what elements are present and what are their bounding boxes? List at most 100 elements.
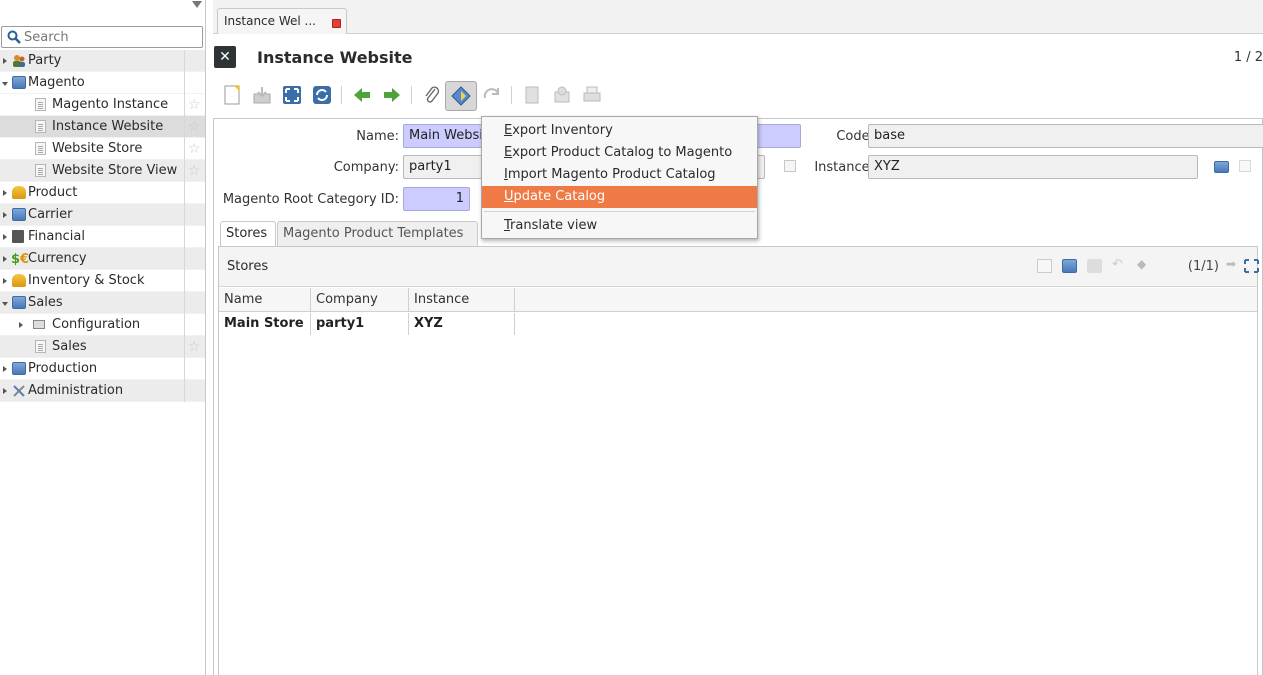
sidebar-item-party[interactable]: Party — [0, 50, 205, 72]
stores-header: Stores ↶ ◆ (1/1) ➡ — [219, 247, 1259, 287]
sidebar-item-label: Administration — [28, 383, 124, 398]
main-area: Instance Wel ... ✕ Instance Website 1 / … — [207, 0, 1263, 675]
tab-stores[interactable]: Stores — [220, 221, 276, 247]
column-header-company[interactable]: Company — [311, 288, 409, 312]
undo-icon[interactable]: ↶ — [1112, 257, 1127, 272]
stores-title: Stores — [227, 259, 269, 274]
page-title: Instance Website — [257, 48, 413, 67]
instance-label: Instance: — [814, 160, 874, 175]
sidebar-item-label: Party — [28, 53, 62, 68]
sidebar-item-administration[interactable]: Administration — [0, 380, 205, 402]
search-box[interactable] — [1, 26, 203, 48]
tab-label: Instance Wel ... — [224, 14, 316, 28]
relate-icon[interactable] — [481, 84, 503, 106]
star-icon[interactable]: ☆ — [188, 336, 201, 358]
new-record-icon[interactable] — [1037, 259, 1052, 273]
sidebar-item-label: Financial — [28, 229, 85, 244]
search-input[interactable] — [24, 29, 200, 45]
open-folder-icon[interactable] — [1062, 259, 1077, 273]
sidebar-item-magento-instance[interactable]: Magento Instance ☆ — [0, 94, 205, 116]
star-icon[interactable]: ☆ — [188, 116, 201, 138]
collapse-arrow-icon[interactable] — [192, 1, 202, 8]
instance-field[interactable]: XYZ — [868, 155, 1198, 179]
column-header-name[interactable]: Name — [219, 288, 311, 312]
action-button[interactable] — [445, 81, 477, 111]
star-icon[interactable]: ☆ — [188, 94, 201, 116]
sidebar-item-label: Magento — [28, 75, 85, 90]
switch-view-icon[interactable] — [1244, 259, 1259, 273]
open-folder-icon[interactable] — [1214, 161, 1229, 173]
close-icon[interactable] — [332, 19, 341, 28]
cell-name[interactable]: Main Store — [219, 313, 311, 335]
report-icon[interactable] — [521, 84, 543, 106]
expand-icon[interactable] — [3, 256, 7, 262]
collapse-icon[interactable] — [2, 302, 8, 306]
sidebar-item-configuration[interactable]: Configuration — [0, 314, 205, 336]
next-icon[interactable] — [381, 84, 403, 106]
star-icon[interactable]: ☆ — [188, 138, 201, 160]
tools-icon: ✕ — [214, 46, 236, 68]
sidebar-item-sales-list[interactable]: Sales ☆ — [0, 336, 205, 358]
sidebar-item-inventory-stock[interactable]: Inventory & Stock — [0, 270, 205, 292]
root-category-field[interactable]: 1 — [403, 187, 470, 211]
page-indicator: (1/1) — [1187, 259, 1219, 274]
folder-icon — [12, 76, 26, 89]
sidebar-item-website-store-view[interactable]: Website Store View ☆ — [0, 160, 205, 182]
save-icon[interactable] — [251, 84, 273, 106]
expand-icon[interactable] — [3, 388, 7, 394]
sidebar-item-production[interactable]: Production — [0, 358, 205, 380]
sidebar-item-carrier[interactable]: Carrier — [0, 204, 205, 226]
switch-view-icon[interactable] — [281, 84, 303, 106]
menu-item-export-catalog[interactable]: Export Product Catalog to Magento — [482, 142, 757, 164]
menu-tree: Party Magento Magento Instance ☆ Instanc… — [0, 50, 205, 402]
previous-icon[interactable] — [351, 84, 373, 106]
instance-checkbox[interactable] — [1239, 160, 1251, 172]
cell-instance[interactable]: XYZ — [409, 313, 515, 335]
column-header-instance[interactable]: Instance — [409, 288, 515, 312]
sidebar-item-sales[interactable]: Sales — [0, 292, 205, 314]
expand-icon[interactable] — [3, 190, 7, 196]
company-label: Company: — [333, 160, 399, 175]
sidebar-item-financial[interactable]: Financial — [0, 226, 205, 248]
tab-instance-website[interactable]: Instance Wel ... — [217, 8, 347, 34]
expand-icon[interactable] — [3, 212, 7, 218]
document-icon — [35, 164, 46, 177]
document-icon — [35, 120, 46, 133]
new-icon[interactable] — [221, 84, 243, 106]
menu-item-export-inventory[interactable]: Export Inventory — [482, 120, 757, 142]
party-icon — [13, 55, 25, 67]
record-counter: 1 / 2 — [1233, 50, 1263, 65]
menu-item-update-catalog[interactable]: Update Catalog — [482, 186, 757, 208]
collapse-icon[interactable] — [2, 82, 8, 86]
star-icon[interactable]: ☆ — [188, 160, 201, 182]
cell-company[interactable]: party1 — [311, 313, 409, 335]
delete-icon[interactable] — [1087, 259, 1102, 273]
action-menu: Export Inventory Export Product Catalog … — [481, 116, 758, 239]
sidebar-item-label: Website Store View — [52, 163, 178, 178]
expand-icon[interactable] — [19, 322, 23, 328]
sidebar-item-label: Product — [28, 185, 78, 200]
expand-icon[interactable] — [3, 278, 7, 284]
menu-item-translate-view[interactable]: Translate view — [482, 215, 757, 237]
code-label: Code: — [836, 129, 874, 144]
sidebar-item-instance-website[interactable]: Instance Website ☆ — [0, 116, 205, 138]
sidebar-item-label: Currency — [28, 251, 87, 266]
menu-item-import-catalog[interactable]: Import Magento Product Catalog — [482, 164, 757, 186]
code-field[interactable]: base — [868, 124, 1263, 148]
sidebar-item-website-store[interactable]: Website Store ☆ — [0, 138, 205, 160]
sidebar-item-product[interactable]: Product — [0, 182, 205, 204]
next-page-icon[interactable]: ➡ — [1226, 257, 1241, 271]
reload-icon[interactable] — [311, 84, 333, 106]
print-icon[interactable] — [581, 84, 603, 106]
document-icon — [35, 142, 46, 155]
email-icon[interactable] — [551, 84, 573, 106]
expand-icon[interactable] — [3, 234, 7, 240]
expand-icon[interactable] — [3, 366, 7, 372]
expand-icon[interactable] — [3, 58, 7, 64]
sidebar-item-magento[interactable]: Magento — [0, 72, 205, 94]
sidebar-item-currency[interactable]: $€ Currency — [0, 248, 205, 270]
sidebar: Party Magento Magento Instance ☆ Instanc… — [0, 0, 206, 675]
previous-page-icon[interactable]: ◆ — [1137, 257, 1152, 271]
attachment-icon[interactable] — [421, 84, 443, 106]
tab-product-templates[interactable]: Magento Product Templates — [277, 221, 478, 247]
